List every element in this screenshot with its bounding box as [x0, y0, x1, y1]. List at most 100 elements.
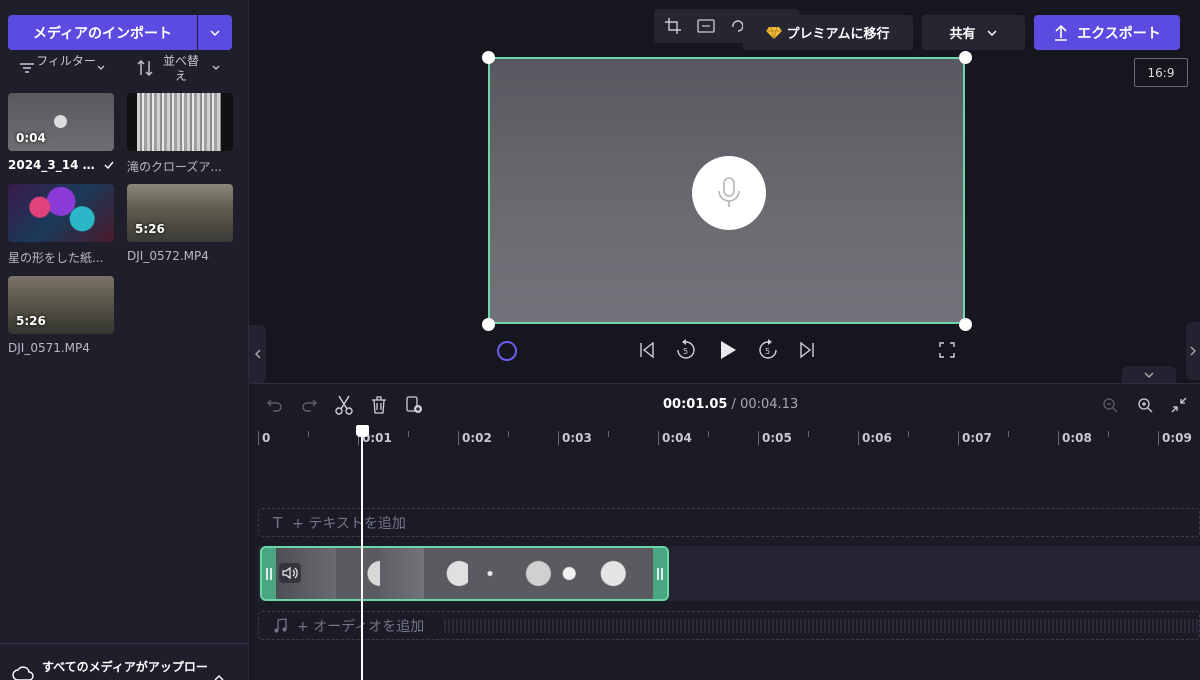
- media-thumbnail: 5:26: [127, 184, 233, 242]
- clip-frame: [336, 548, 380, 599]
- chevron-right-icon: [1190, 346, 1196, 356]
- media-name: DJI_0572.MP4: [127, 249, 209, 263]
- play-icon: [721, 341, 736, 359]
- svg-text:5: 5: [683, 347, 688, 356]
- media-thumbnail: [8, 184, 114, 242]
- crop-icon[interactable]: [664, 17, 682, 35]
- record-indicator[interactable]: [497, 341, 517, 361]
- editor-root: メディアのインポート フィルター 並べ替え 0:04 2024_3_14 1_.…: [0, 0, 1200, 680]
- diamond-icon: [766, 26, 783, 39]
- collapse-left-panel-button[interactable]: [249, 325, 266, 383]
- chevron-down-icon: [986, 29, 997, 36]
- current-time: 00:01.05: [663, 397, 728, 412]
- resize-handle-tl[interactable]: [482, 51, 495, 64]
- ruler-label: 0:02: [462, 431, 492, 445]
- timeline-ruler[interactable]: 0 0:01 0:02 0:03 0:04 0:05 0:06 0:07 0:0…: [250, 427, 1200, 451]
- sort-icon: [137, 60, 153, 76]
- upload-status-bar[interactable]: すべてのメディアがアップロー: [0, 643, 249, 680]
- ruler-tick: [508, 431, 509, 437]
- fullscreen-icon: [939, 342, 955, 358]
- skip-end-button[interactable]: [797, 340, 817, 360]
- media-thumbnail: 5:26: [8, 276, 114, 334]
- aspect-ratio-button[interactable]: 16:9: [1134, 58, 1188, 87]
- ruler-tick: [1008, 431, 1009, 437]
- ruler-tick: [808, 431, 809, 437]
- premium-button[interactable]: プレミアムに移行: [743, 15, 913, 50]
- media-name: 星の形をした紙...: [8, 251, 104, 265]
- ruler-tick: [858, 431, 859, 445]
- chevron-up-icon: [214, 675, 224, 680]
- duplicate-button[interactable]: [403, 394, 425, 416]
- ruler-tick: [1108, 431, 1109, 437]
- media-thumbnail: [127, 93, 233, 151]
- media-name: 滝のクローズア...: [127, 160, 222, 174]
- chevron-down-icon: [210, 29, 220, 36]
- resize-handle-tr[interactable]: [959, 51, 972, 64]
- playhead[interactable]: [361, 432, 363, 680]
- redo-icon: [302, 399, 317, 412]
- forward-5-button[interactable]: 5: [756, 338, 780, 362]
- resize-handle-br[interactable]: [959, 318, 972, 331]
- import-media-button[interactable]: メディアのインポート: [8, 15, 197, 50]
- media-item[interactable]: 0:04 2024_3_14 1_...: [8, 93, 114, 172]
- clip-trim-handle-left[interactable]: [262, 548, 276, 599]
- fit-timeline-button[interactable]: [1169, 395, 1189, 415]
- play-button[interactable]: [716, 338, 740, 362]
- collapse-timeline-button[interactable]: [1122, 366, 1176, 383]
- clip-frame: [600, 548, 653, 599]
- filter-icon: [20, 63, 34, 73]
- shrink-icon: [1171, 397, 1187, 413]
- duplicate-icon: [406, 396, 422, 413]
- share-button[interactable]: 共有: [922, 15, 1025, 50]
- ruler-tick: [908, 431, 909, 437]
- ruler-tick: [608, 431, 609, 437]
- speaker-icon: [282, 566, 298, 580]
- resize-handle-bl[interactable]: [482, 318, 495, 331]
- ruler-tick: [708, 431, 709, 437]
- fit-icon[interactable]: [696, 18, 716, 34]
- media-name: 2024_3_14 1_...: [8, 158, 100, 172]
- delete-button[interactable]: [368, 394, 390, 416]
- media-item[interactable]: 星の形をした紙...: [8, 184, 114, 266]
- video-clip[interactable]: [260, 546, 669, 601]
- filter-button[interactable]: フィルター: [18, 54, 118, 86]
- ruler-tick: [1158, 431, 1159, 445]
- add-text-track[interactable]: T + テキストを追加: [258, 508, 1200, 537]
- time-display: 00:01.05 / 00:04.13: [663, 397, 798, 412]
- zoom-out-button[interactable]: [1100, 395, 1120, 415]
- grip-icon: [657, 567, 663, 580]
- ruler-label: 0: [262, 431, 271, 445]
- ruler-label: 0:05: [762, 431, 792, 445]
- sort-button[interactable]: 並べ替え: [135, 54, 225, 86]
- clip-audio-toggle[interactable]: [279, 563, 301, 583]
- media-item[interactable]: 滝のクローズア...: [127, 93, 233, 175]
- forward-5-icon: 5: [759, 339, 777, 359]
- split-button[interactable]: [333, 394, 355, 416]
- export-button[interactable]: エクスポート: [1034, 15, 1180, 50]
- waterfall-image: [137, 93, 221, 151]
- undo-button[interactable]: [265, 395, 285, 415]
- rewind-5-button[interactable]: 5: [674, 338, 698, 362]
- fullscreen-button[interactable]: [937, 340, 957, 360]
- media-item[interactable]: 5:26 DJI_0572.MP4: [127, 184, 233, 263]
- upload-status-text: すべてのメディアがアップロー: [42, 660, 208, 674]
- redo-button[interactable]: [299, 395, 319, 415]
- playhead-handle[interactable]: [356, 425, 369, 437]
- clip-frame: [556, 548, 600, 599]
- zoom-in-button[interactable]: [1135, 395, 1155, 415]
- export-label: エクスポート: [1077, 25, 1161, 42]
- ruler-tick: [258, 431, 259, 445]
- import-dropdown-button[interactable]: [198, 15, 232, 50]
- audio-placeholder: [692, 156, 766, 230]
- zoom-in-icon: [1138, 398, 1153, 413]
- clip-trim-handle-right[interactable]: [653, 548, 667, 599]
- preview-canvas[interactable]: [488, 57, 965, 324]
- add-audio-track[interactable]: + オーディオを追加: [258, 611, 1200, 640]
- skip-start-button[interactable]: [637, 340, 657, 360]
- collapse-right-panel-button[interactable]: [1186, 322, 1200, 380]
- audio-waveform: [444, 618, 1199, 633]
- skip-back-icon: [640, 341, 654, 359]
- media-duration: 5:26: [135, 222, 165, 236]
- media-item[interactable]: 5:26 DJI_0571.MP4: [8, 276, 114, 355]
- media-thumbnail: 0:04: [8, 93, 114, 151]
